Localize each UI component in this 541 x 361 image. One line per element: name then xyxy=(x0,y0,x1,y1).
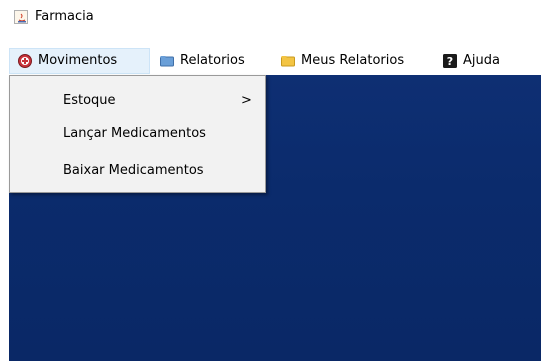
menu-item-lancar-medicamentos-label: Lançar Medicamentos xyxy=(63,126,206,141)
svg-text:?: ? xyxy=(447,55,453,68)
menu-movimentos-label: Movimentos xyxy=(38,53,118,68)
menu-meus-relatorios-label: Meus Relatorios xyxy=(301,53,405,68)
menu-item-estoque-label: Estoque xyxy=(63,93,116,108)
blue-folder-icon xyxy=(160,54,174,68)
title-bar[interactable]: Farmacia xyxy=(0,0,541,34)
menu-relatorios[interactable]: Relatorios xyxy=(160,48,268,74)
menu-meus-relatorios[interactable]: Meus Relatorios xyxy=(281,48,433,74)
help-question-icon: ? xyxy=(443,54,457,68)
window-title: Farmacia xyxy=(35,9,94,24)
yellow-folder-icon xyxy=(281,54,295,68)
java-app-icon xyxy=(14,10,28,24)
menu-bar: Movimentos Relatorios Meus Relatorios ? … xyxy=(0,48,541,74)
menu-item-baixar-medicamentos[interactable]: Baixar Medicamentos xyxy=(10,156,265,186)
menu-ajuda[interactable]: ? Ajuda xyxy=(443,48,513,74)
menu-movimentos[interactable]: Movimentos xyxy=(9,48,150,74)
menu-ajuda-label: Ajuda xyxy=(463,53,500,68)
red-circle-cross-icon xyxy=(18,54,32,68)
movimentos-dropdown-menu: Estoque > Lançar Medicamentos Baixar Med… xyxy=(9,75,266,193)
menu-item-baixar-medicamentos-label: Baixar Medicamentos xyxy=(63,163,204,178)
menu-item-lancar-medicamentos[interactable]: Lançar Medicamentos xyxy=(10,119,265,149)
submenu-arrow-icon: > xyxy=(241,93,252,108)
menu-relatorios-label: Relatorios xyxy=(180,53,245,68)
application-window: Farmacia Movimentos Relatorios Meus Rela… xyxy=(0,0,541,361)
menu-item-estoque[interactable]: Estoque > xyxy=(10,86,265,116)
